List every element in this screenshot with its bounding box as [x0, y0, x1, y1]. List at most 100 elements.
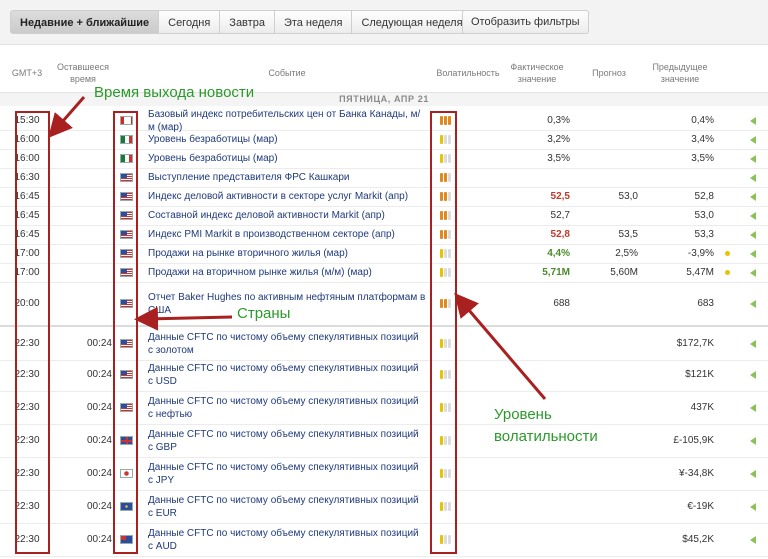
annotation-release-time: Время выхода новости	[94, 84, 255, 101]
time-column-highlight	[15, 111, 50, 554]
time-remaining	[54, 206, 112, 225]
actual-value	[504, 327, 570, 360]
expand-arrow[interactable]	[748, 523, 758, 556]
time-remaining	[54, 225, 112, 244]
forecast-value	[580, 206, 638, 225]
forecast-value	[580, 149, 638, 168]
forecast-value	[580, 282, 638, 325]
event-name[interactable]: Данные CFTC по чистому объему спекулятив…	[148, 327, 426, 360]
event-name[interactable]: Данные CFTC по чистому объему спекулятив…	[148, 490, 426, 523]
actual-value: 52,5	[550, 191, 570, 202]
revised-marker	[722, 168, 732, 187]
event-name[interactable]: Данные CFTC по чистому объему спекулятив…	[148, 457, 426, 490]
expand-arrow[interactable]	[748, 457, 758, 490]
actual-value: 688	[553, 298, 570, 309]
actual-value: 4,4%	[547, 248, 570, 259]
event-name[interactable]: Уровень безработицы (мар)	[148, 149, 426, 168]
time-remaining: 00:24	[86, 402, 112, 413]
forecast-value	[580, 490, 638, 523]
time-remaining: 00:24	[86, 435, 112, 446]
revised-marker	[722, 327, 732, 360]
expand-arrow[interactable]	[748, 263, 758, 282]
forecast-value: 53,0	[618, 191, 638, 202]
time-remaining: 00:24	[86, 338, 112, 349]
event-name[interactable]: Индекс PMI Markit в производственном сек…	[148, 225, 426, 244]
expand-arrow[interactable]	[748, 168, 758, 187]
previous-value: 52,8	[694, 191, 714, 202]
actual-value	[504, 457, 570, 490]
forecast-value	[580, 327, 638, 360]
expand-arrow-icon	[750, 535, 756, 544]
event-name[interactable]: Данные CFTC по чистому объему спекулятив…	[148, 523, 426, 556]
actual-value: 52,7	[550, 210, 570, 221]
revised-dot-icon	[724, 270, 730, 275]
tab-this-week[interactable]: Эта неделя	[274, 10, 353, 34]
forecast-value: 53,5	[618, 229, 638, 240]
show-filters-button[interactable]: Отобразить фильтры	[462, 10, 589, 34]
revised-marker	[722, 187, 732, 206]
revised-marker	[722, 244, 732, 263]
actual-value: 0,3%	[547, 115, 570, 126]
expand-arrow[interactable]	[748, 206, 758, 225]
actual-value: 3,5%	[547, 153, 570, 164]
tab-recent-upcoming[interactable]: Недавние + ближайшие	[10, 10, 160, 34]
expand-arrow[interactable]	[748, 244, 758, 263]
time-remaining	[54, 244, 112, 263]
expand-arrow[interactable]	[748, 282, 758, 325]
event-name[interactable]: Базовый индекс потребительских цен от Ба…	[148, 109, 426, 133]
event-name[interactable]: Выступление представителя ФРС Кашкари	[148, 168, 426, 187]
expand-arrow-icon	[750, 339, 756, 348]
tab-next-week[interactable]: Следующая неделя	[352, 10, 473, 34]
event-name[interactable]: Данные CFTC по чистому объему спекулятив…	[148, 424, 426, 457]
forecast-value: 2,5%	[615, 248, 638, 259]
event-name[interactable]: Уровень безработицы (мар)	[148, 130, 426, 149]
revised-dot-icon	[724, 251, 730, 256]
revised-marker	[722, 111, 732, 130]
expand-arrow[interactable]	[748, 358, 758, 391]
event-name[interactable]: Продажи на вторичном рынке жилья (м/м) (…	[148, 263, 426, 282]
event-name[interactable]: Данные CFTC по чистому объему спекулятив…	[148, 358, 426, 391]
revised-marker	[722, 130, 732, 149]
time-remaining: 00:24	[86, 501, 112, 512]
event-name[interactable]: Продажи на рынке вторичного жилья (мар)	[148, 244, 426, 263]
expand-arrow[interactable]	[748, 187, 758, 206]
expand-arrow[interactable]	[748, 225, 758, 244]
forecast-value	[580, 168, 638, 187]
tab-tomorrow[interactable]: Завтра	[220, 10, 275, 34]
revised-marker	[722, 424, 732, 457]
expand-arrow[interactable]	[748, 130, 758, 149]
expand-arrow-icon	[750, 116, 756, 125]
expand-arrow-icon	[750, 154, 756, 163]
expand-arrow-icon	[750, 230, 756, 239]
event-name[interactable]: Индекс деловой активности в секторе услу…	[148, 187, 426, 206]
annotation-countries: Страны	[237, 305, 291, 322]
expand-arrow[interactable]	[748, 111, 758, 130]
actual-value: 52,8	[550, 229, 570, 240]
time-remaining	[54, 130, 112, 149]
previous-value: £-105,9K	[673, 435, 714, 446]
expand-arrow-icon	[750, 268, 756, 277]
expand-arrow-icon	[750, 173, 756, 182]
expand-arrow[interactable]	[748, 424, 758, 457]
tab-today[interactable]: Сегодня	[159, 10, 221, 34]
expand-arrow[interactable]	[748, 490, 758, 523]
expand-arrow-icon	[750, 436, 756, 445]
previous-value: $121K	[685, 369, 714, 380]
expand-arrow[interactable]	[748, 327, 758, 360]
time-remaining	[54, 149, 112, 168]
time-remaining	[54, 168, 112, 187]
time-remaining: 00:24	[86, 369, 112, 380]
expand-arrow-icon	[750, 192, 756, 201]
expand-arrow[interactable]	[748, 149, 758, 168]
previous-value: 3,5%	[691, 153, 714, 164]
previous-value: 3,4%	[691, 134, 714, 145]
time-remaining: 00:24	[86, 468, 112, 479]
event-name[interactable]: Составной индекс деловой активности Mark…	[148, 206, 426, 225]
event-name[interactable]: Данные CFTC по чистому объему спекулятив…	[148, 391, 426, 424]
forecast-value: 5,60M	[610, 267, 638, 278]
revised-marker	[722, 149, 732, 168]
expand-arrow[interactable]	[748, 391, 758, 424]
column-header-actual: Фактическое значение	[510, 62, 564, 84]
time-remaining	[54, 187, 112, 206]
expand-arrow-icon	[750, 135, 756, 144]
